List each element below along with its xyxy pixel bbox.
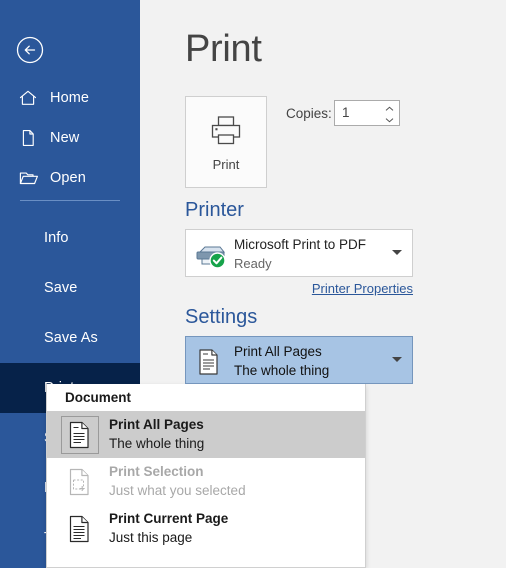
all-pages-icon bbox=[196, 347, 224, 377]
sidebar-divider bbox=[20, 200, 120, 201]
printer-section-heading: Printer bbox=[185, 199, 244, 221]
dropdown-item-subtitle: The whole thing bbox=[109, 436, 205, 451]
sidebar-item-save-as[interactable]: Save As bbox=[0, 313, 140, 363]
printer-ready-icon bbox=[194, 241, 228, 269]
sidebar-item-new[interactable]: New bbox=[0, 118, 140, 158]
sidebar-item-label: New bbox=[50, 130, 80, 146]
dropdown-item-print-current-page[interactable]: Print Current Page Just this page bbox=[47, 505, 365, 552]
sidebar-item-label: Save As bbox=[44, 330, 98, 346]
print-range-select[interactable]: Print All Pages The whole thing bbox=[185, 336, 413, 384]
dropdown-group-header: Document bbox=[65, 390, 132, 405]
dropdown-item-text: Print Current Page Just this page bbox=[109, 510, 228, 547]
dropdown-item-print-selection: Print Selection Just what you selected bbox=[47, 458, 365, 505]
selection-page-icon bbox=[61, 463, 99, 501]
sidebar-item-label: Save bbox=[44, 280, 78, 296]
dropdown-item-title: Print Current Page bbox=[109, 511, 229, 526]
sidebar-item-label: Open bbox=[50, 170, 86, 186]
copies-stepper[interactable] bbox=[383, 103, 395, 125]
chevron-down-icon bbox=[392, 250, 402, 255]
page-title: Print bbox=[185, 28, 262, 70]
circle-left-arrow-icon bbox=[16, 36, 44, 64]
dropdown-item-text: Print Selection Just what you selected bbox=[109, 463, 246, 500]
settings-section-heading: Settings bbox=[185, 306, 258, 328]
print-range-dropdown: Document Print All Pages The whole thing bbox=[46, 384, 366, 568]
current-page-icon bbox=[61, 510, 99, 548]
open-folder-icon bbox=[18, 168, 42, 188]
printer-properties-link[interactable]: Printer Properties bbox=[185, 281, 413, 296]
sidebar-primary-nav: Home New Open bbox=[0, 78, 140, 198]
sidebar-item-open[interactable]: Open bbox=[0, 158, 140, 198]
copies-label: Copies: bbox=[286, 106, 332, 121]
home-icon bbox=[18, 88, 42, 108]
backstage-print-view: Home New Open Info Save Save As Print Pr… bbox=[0, 0, 506, 568]
dropdown-item-title: Print Selection bbox=[109, 464, 204, 479]
chevron-down-icon bbox=[392, 357, 402, 362]
printer-name: Microsoft Print to PDF bbox=[234, 237, 367, 252]
print-range-secondary: The whole thing bbox=[234, 363, 330, 378]
all-pages-icon bbox=[61, 415, 99, 454]
print-range-primary: Print All Pages bbox=[234, 344, 322, 359]
print-button[interactable]: Print bbox=[185, 96, 267, 188]
printer-status: Ready bbox=[234, 256, 272, 271]
dropdown-item-subtitle: Just what you selected bbox=[109, 483, 246, 498]
new-document-icon bbox=[18, 128, 42, 148]
chevron-down-icon bbox=[385, 117, 393, 122]
print-button-label: Print bbox=[212, 157, 240, 172]
back-button[interactable] bbox=[14, 34, 46, 66]
printer-select[interactable]: Microsoft Print to PDF Ready bbox=[185, 229, 413, 277]
sidebar-item-home[interactable]: Home bbox=[0, 78, 140, 118]
copies-input[interactable]: 1 bbox=[334, 100, 400, 126]
copies-value: 1 bbox=[342, 105, 350, 120]
sidebar-item-save[interactable]: Save bbox=[0, 263, 140, 313]
dropdown-item-subtitle: Just this page bbox=[109, 530, 193, 545]
printer-icon bbox=[186, 114, 266, 150]
custom-print-icon bbox=[61, 548, 99, 567]
dropdown-item-title: Print All Pages bbox=[109, 417, 204, 432]
dropdown-item-custom-print[interactable]: Custom Print bbox=[47, 552, 365, 567]
chevron-up-icon bbox=[385, 106, 393, 111]
sidebar-item-label: Info bbox=[44, 230, 69, 246]
copies-decrement-button[interactable] bbox=[383, 114, 395, 125]
sidebar-item-label: Home bbox=[50, 90, 90, 106]
dropdown-item-print-all-pages[interactable]: Print All Pages The whole thing bbox=[47, 411, 365, 458]
sidebar-item-info[interactable]: Info bbox=[0, 213, 140, 263]
copies-increment-button[interactable] bbox=[383, 103, 395, 114]
dropdown-item-text: Print All Pages The whole thing bbox=[109, 416, 204, 453]
